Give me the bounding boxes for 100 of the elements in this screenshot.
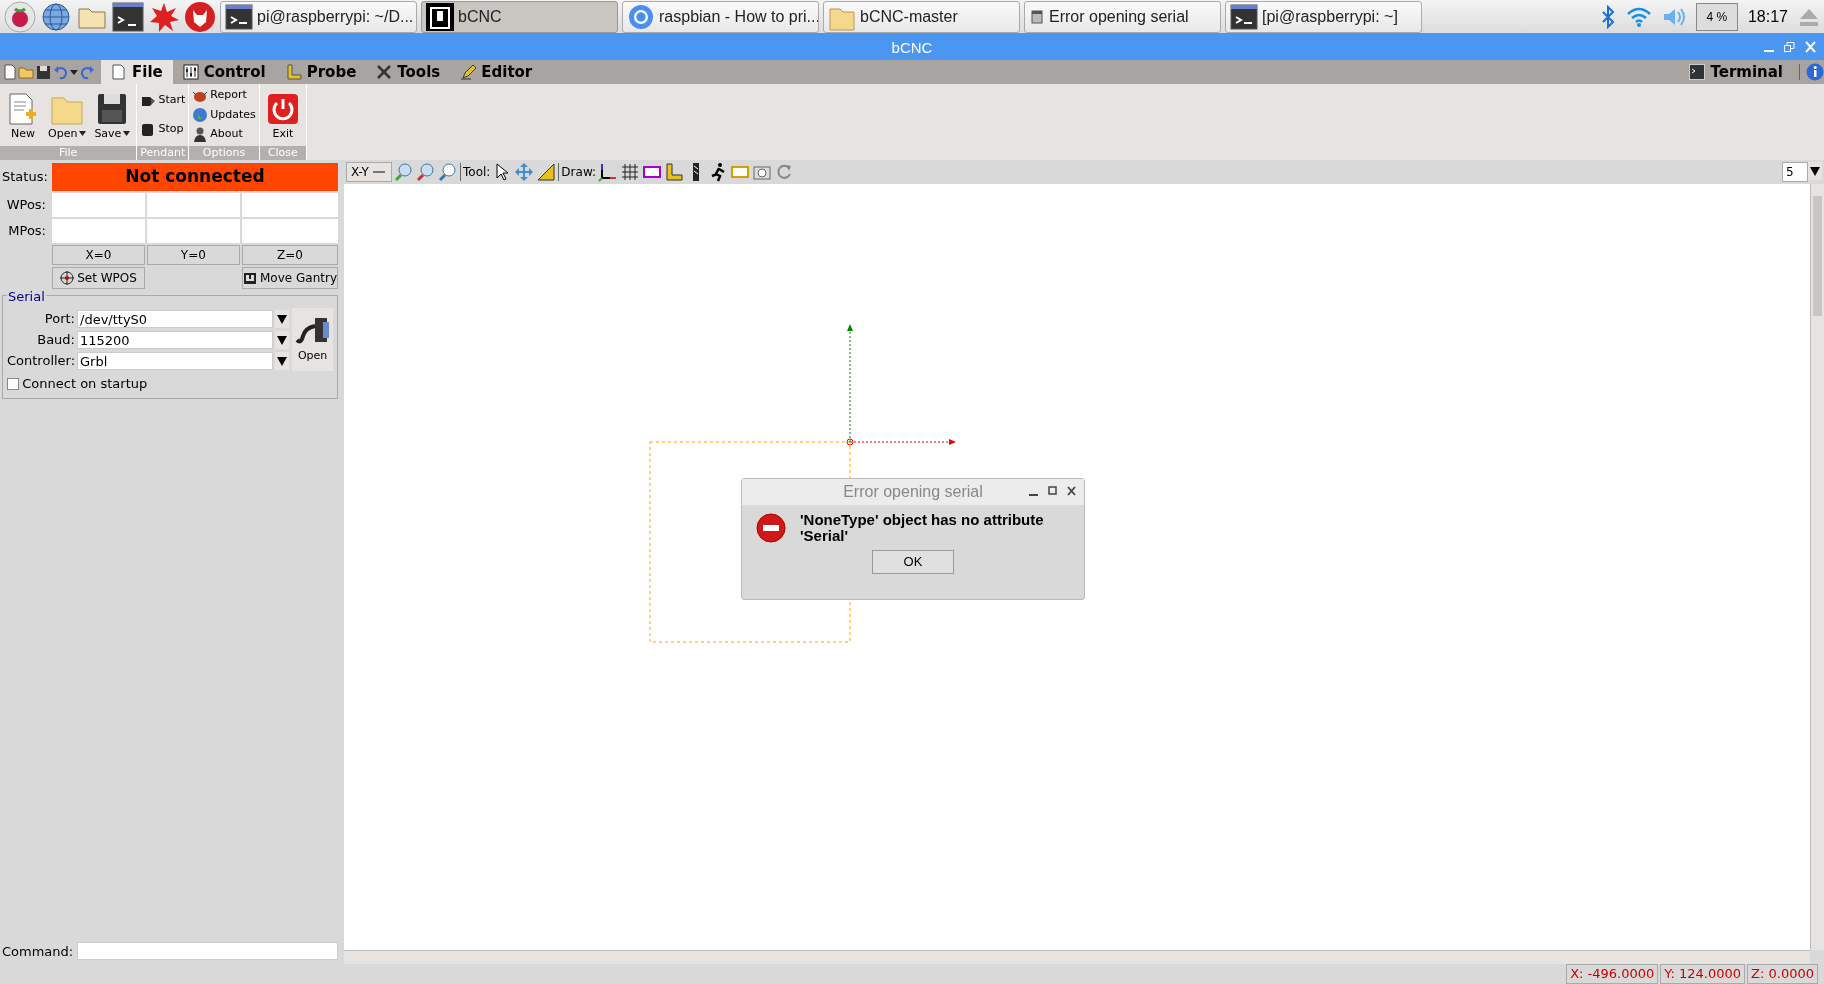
open-button[interactable]: Open <box>292 308 333 371</box>
dropdown-icon[interactable] <box>275 351 289 370</box>
terminal-icon[interactable] <box>112 0 144 33</box>
ribbon-tab[interactable]: Tools <box>366 60 451 84</box>
group-label: Options <box>189 146 259 160</box>
taskbar-button[interactable]: pi@raspberrypi: ~/D... <box>220 0 417 33</box>
ribbon-button[interactable]: Report <box>192 87 256 104</box>
tool-label: Tool: <box>463 164 491 181</box>
mpos-label: MPos: <box>7 222 47 241</box>
command-field[interactable] <box>77 942 338 961</box>
vertical-scrollbar[interactable] <box>1810 184 1824 950</box>
taskbar-button[interactable]: Error opening serial <box>1024 0 1221 33</box>
z-coordinate: Z: 0.0000 <box>1747 964 1818 984</box>
taskbar-button[interactable]: bCNC <box>421 0 618 33</box>
ribbon-tab[interactable]: Control <box>172 60 276 84</box>
ribbon-button[interactable]: Start <box>140 92 186 109</box>
clock[interactable]: 18:17 <box>1747 4 1788 29</box>
window-title: bCNC <box>891 37 933 58</box>
machine-icon <box>426 2 454 31</box>
field-label: Controller: <box>7 351 75 370</box>
ribbon-button[interactable]: Save <box>91 86 134 144</box>
position-field[interactable] <box>146 219 240 243</box>
tools-icon <box>376 64 393 80</box>
wifi-icon[interactable] <box>1625 5 1652 28</box>
terminal-icon <box>225 2 253 31</box>
caret-icon <box>123 131 131 137</box>
dropdown-icon <box>1808 162 1822 180</box>
ribbon-tab[interactable]: Editor <box>450 60 543 84</box>
dialog-title: Error opening serial <box>843 482 983 502</box>
restore-icon[interactable] <box>1784 41 1795 53</box>
ribbon-button[interactable]: Updates <box>192 106 256 124</box>
horizontal-scrollbar[interactable] <box>344 950 1810 964</box>
crosshair-icon <box>59 271 74 285</box>
zero-button[interactable]: Y=0 <box>146 245 240 265</box>
combo-field[interactable]: 115200 <box>77 330 273 349</box>
gantry-icon <box>242 271 257 285</box>
ribbon-button[interactable]: Exit <box>262 86 303 144</box>
taskbar-button[interactable]: bCNC-master <box>823 0 1020 33</box>
position-field[interactable] <box>241 219 338 243</box>
position-field[interactable] <box>52 193 145 217</box>
maximize-icon[interactable] <box>1048 486 1057 496</box>
group-label: Pendant <box>137 146 189 160</box>
dropdown-icon[interactable] <box>275 309 289 328</box>
sliders-icon <box>182 64 199 80</box>
ribbon-tab[interactable]: Probe <box>275 60 367 84</box>
drawing-canvas[interactable]: Error opening serial 'NoneType' object has no attribute 'Serial' OK <box>344 184 1810 950</box>
field-label: Port: <box>43 309 75 328</box>
raspberry-icon[interactable] <box>4 0 36 33</box>
zero-button[interactable]: Z=0 <box>241 245 338 265</box>
y-coordinate: Y: 124.0000 <box>1660 964 1746 984</box>
terminal-icon <box>1230 2 1258 31</box>
close-icon[interactable] <box>1067 486 1076 496</box>
ribbon-button[interactable]: Open <box>45 86 90 144</box>
globe-icon[interactable] <box>40 0 72 33</box>
axes-icon[interactable] <box>598 162 619 182</box>
status-indicator: Not connected <box>52 163 338 191</box>
command-label: Command: <box>2 942 74 961</box>
combo-field[interactable]: Grbl <box>77 351 273 370</box>
new-file-icon[interactable] <box>4 64 16 80</box>
set-wpos-button[interactable]: Set WPOS <box>52 267 145 289</box>
position-field[interactable] <box>241 193 338 217</box>
x-coordinate: X: -496.0000 <box>1566 964 1659 984</box>
error-icon <box>755 511 787 544</box>
ok-button[interactable]: OK <box>872 550 954 574</box>
terminal-tab[interactable]: Terminal <box>1679 60 1793 84</box>
group-label: Close <box>259 146 306 160</box>
zoom-out-icon[interactable] <box>416 162 436 182</box>
triangle-ruler-icon[interactable] <box>536 162 557 182</box>
power-icon <box>265 91 300 126</box>
ribbon-button[interactable]: Stop <box>140 121 186 138</box>
globe-icon <box>627 2 655 31</box>
zoom-in-icon[interactable] <box>394 162 414 182</box>
zero-button[interactable]: X=0 <box>52 245 145 265</box>
bluetooth-icon[interactable] <box>1599 4 1616 29</box>
save-icon[interactable] <box>36 64 51 80</box>
ribbon-tab[interactable]: File <box>101 60 173 84</box>
position-field[interactable] <box>146 193 240 217</box>
pencil-icon <box>460 64 477 80</box>
dash-icon <box>372 168 385 176</box>
wpos-label: WPos: <box>5 196 47 215</box>
grid-icon[interactable] <box>620 162 641 182</box>
cpu-usage[interactable]: 4 % <box>1695 2 1738 31</box>
zoom-fit-icon[interactable] <box>438 162 458 182</box>
ribbon-button[interactable]: About <box>192 126 256 143</box>
connect-checkbox[interactable]: Connect on startup <box>7 374 333 394</box>
combo-field[interactable]: /dev/ttyS0 <box>77 309 273 328</box>
person-icon <box>192 126 209 143</box>
move-gantry-button[interactable]: Move Gantry <box>241 267 338 289</box>
info-icon[interactable] <box>1806 63 1824 81</box>
taskbar-button[interactable]: raspbian - How to pri... <box>622 0 819 33</box>
ribbon-button[interactable]: New <box>3 86 43 144</box>
wolf-icon[interactable] <box>184 0 216 33</box>
view-selector[interactable]: X-Y <box>346 162 392 182</box>
dropdown-icon[interactable] <box>275 330 289 349</box>
ruler-icon <box>285 64 302 80</box>
window-icon <box>1029 8 1045 25</box>
taskbar-button[interactable]: [pi@raspberrypi: ~] <box>1225 0 1422 33</box>
caret-icon <box>79 131 87 137</box>
checkbox[interactable] <box>7 378 19 390</box>
position-field[interactable] <box>52 219 145 243</box>
